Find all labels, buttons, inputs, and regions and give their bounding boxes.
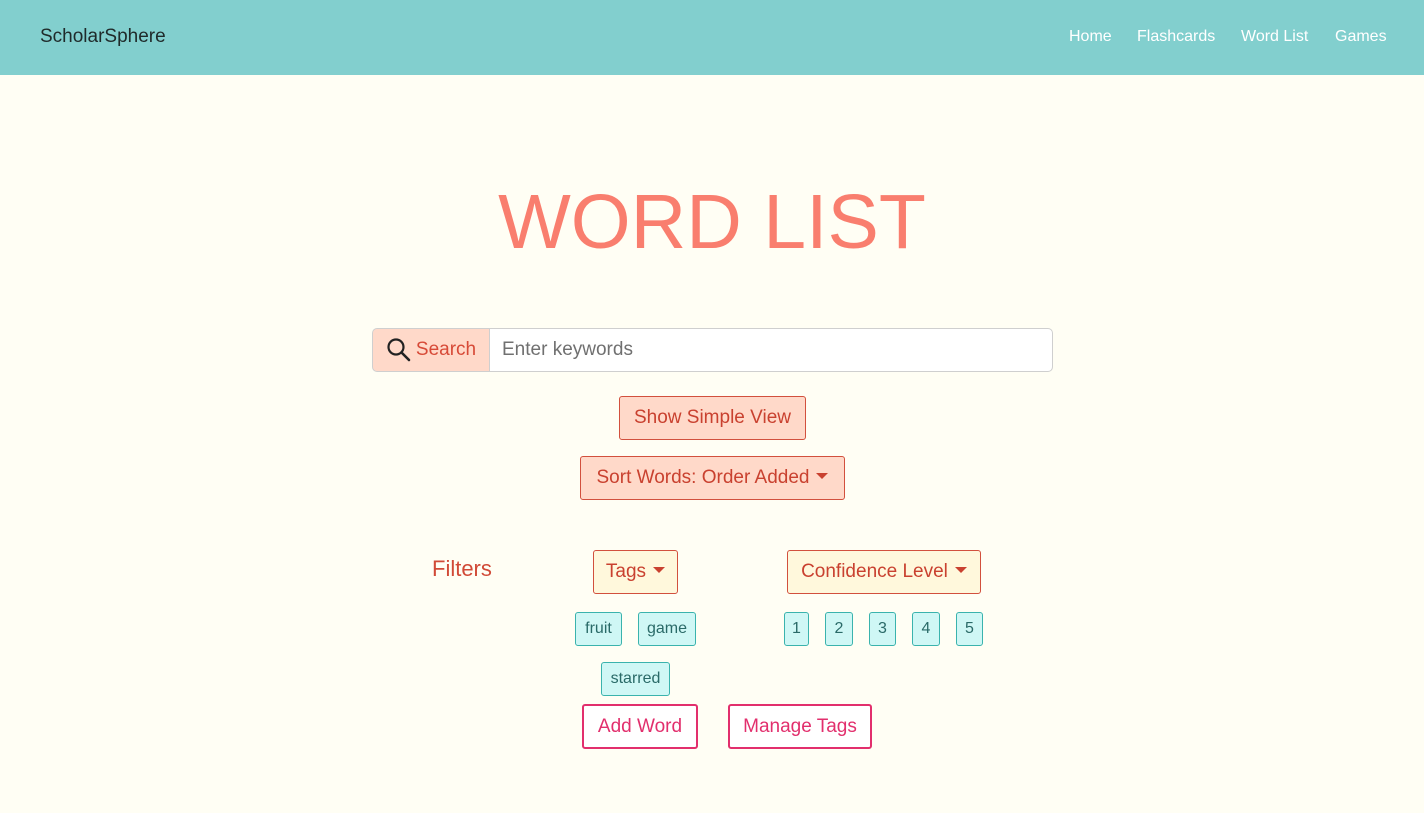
chevron-down-icon xyxy=(816,473,829,479)
tag-chip-starred[interactable]: starred xyxy=(601,662,670,696)
page-title: WORD LIST xyxy=(498,179,926,265)
confidence-level-dropdown[interactable]: Confidence Level xyxy=(787,550,981,594)
confidence-chip-3[interactable]: 3 xyxy=(869,612,896,646)
tag-chip-game[interactable]: game xyxy=(638,612,696,646)
tags-dropdown-label: Tags xyxy=(605,561,647,582)
sort-words-label: Sort Words: Order Added xyxy=(596,467,810,488)
top-navbar: ScholarSphere Home Flashcards Word List … xyxy=(0,0,1424,75)
nav-link-home[interactable]: Home xyxy=(1069,28,1112,46)
search-button[interactable]: Search xyxy=(372,328,489,372)
show-simple-view-button[interactable]: Show Simple View xyxy=(619,396,806,440)
tags-dropdown[interactable]: Tags xyxy=(593,550,678,594)
search-icon xyxy=(386,337,412,363)
search-input[interactable] xyxy=(489,328,1053,372)
chevron-down-icon xyxy=(954,567,967,573)
confidence-chip-4[interactable]: 4 xyxy=(912,612,940,646)
search-bar: Search xyxy=(372,328,1053,372)
add-word-button[interactable]: Add Word xyxy=(582,704,698,749)
tag-chip-fruit[interactable]: fruit xyxy=(575,612,622,646)
chevron-down-icon xyxy=(653,567,666,573)
confidence-level-label: Confidence Level xyxy=(801,561,948,582)
manage-tags-button[interactable]: Manage Tags xyxy=(728,704,872,749)
brand-logo[interactable]: ScholarSphere xyxy=(40,26,166,48)
nav-link-word-list[interactable]: Word List xyxy=(1241,28,1308,46)
confidence-chip-5[interactable]: 5 xyxy=(956,612,983,646)
nav-link-flashcards[interactable]: Flashcards xyxy=(1137,28,1215,46)
confidence-chip-2[interactable]: 2 xyxy=(825,612,853,646)
search-button-label: Search xyxy=(415,339,477,360)
filters-label: Filters xyxy=(432,556,492,581)
sort-words-dropdown[interactable]: Sort Words: Order Added xyxy=(580,456,845,500)
nav-link-games[interactable]: Games xyxy=(1335,28,1387,46)
confidence-chip-1[interactable]: 1 xyxy=(784,612,809,646)
